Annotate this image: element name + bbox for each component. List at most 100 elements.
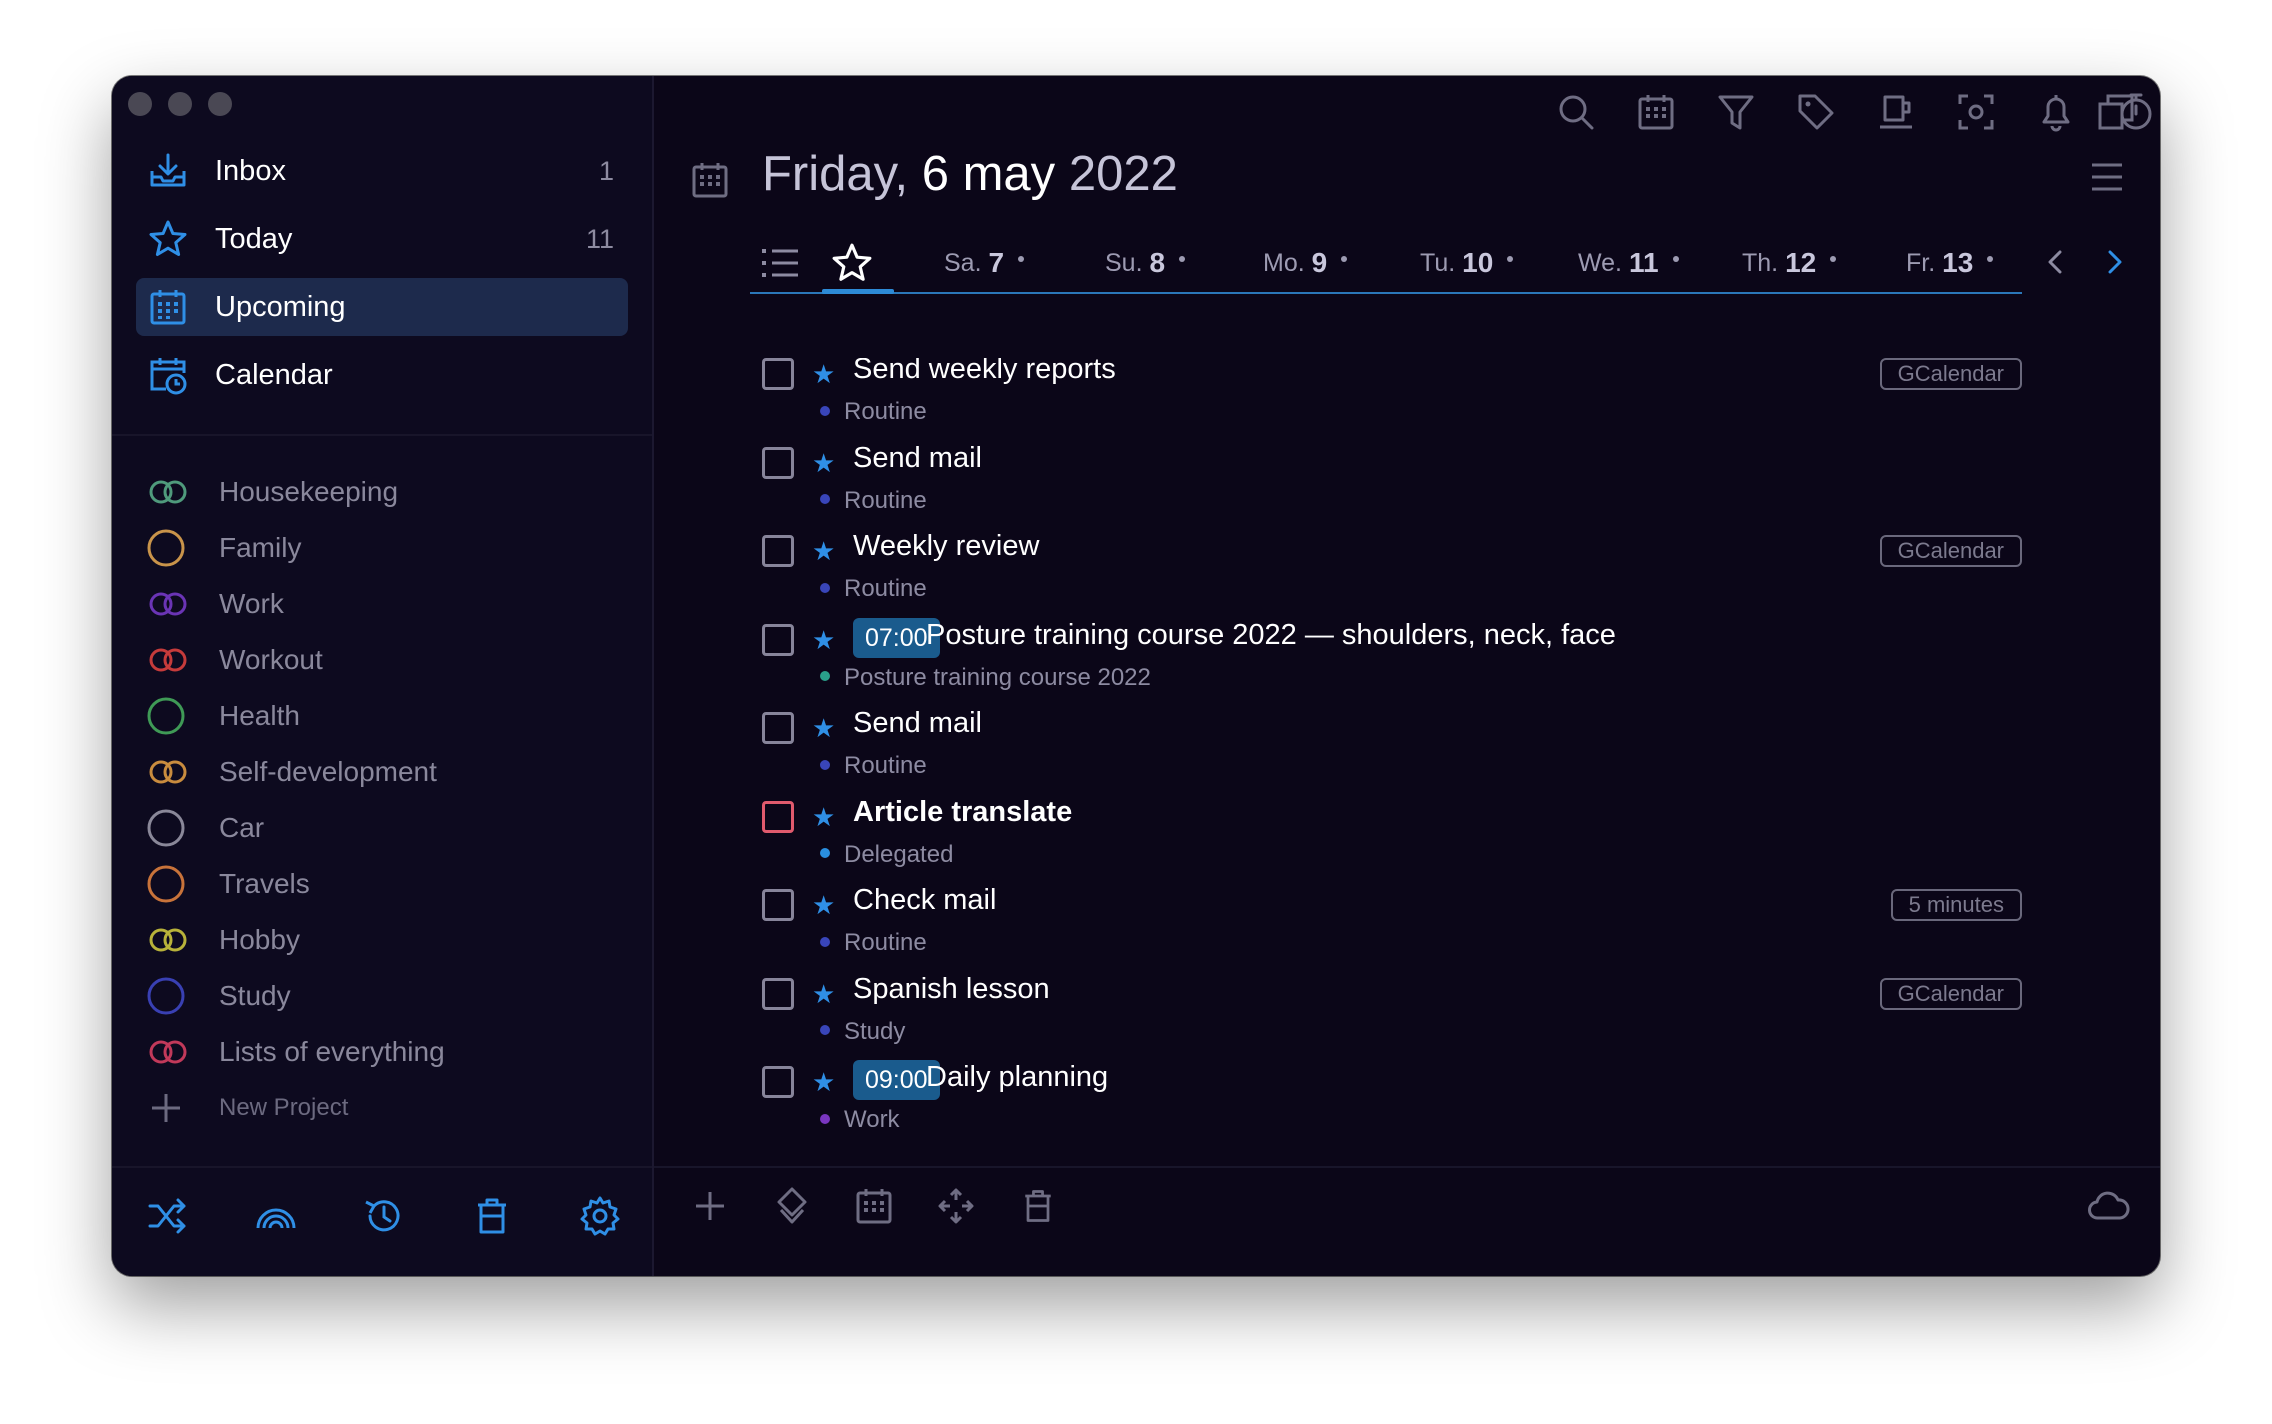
task-title[interactable]: Spanish lesson [853, 973, 1050, 1006]
notifications-button[interactable] [2036, 92, 2076, 137]
sidebar-item-inbox[interactable]: Inbox 1 [136, 142, 628, 200]
project-item-work[interactable]: Work [146, 576, 626, 632]
task-title[interactable]: Posture training course 2022 — shoulders… [926, 619, 1616, 652]
star-icon[interactable]: ★ [812, 891, 835, 919]
tab-day-tu-10[interactable]: Tu. 10 [1420, 234, 1514, 292]
task-row[interactable]: ★ Send mail Routine [762, 707, 2022, 800]
sidebar-toolbar [112, 1166, 652, 1236]
task-title[interactable]: Daily planning [926, 1061, 1108, 1094]
copy-icon [2098, 94, 2134, 130]
star-icon[interactable]: ★ [812, 980, 835, 1008]
task-row[interactable]: ★ Send mail Routine [762, 442, 2022, 535]
sidebar-item-upcoming[interactable]: Upcoming [136, 278, 628, 336]
sync-button[interactable] [2086, 1186, 2130, 1231]
tab-dow: Sa. [944, 248, 982, 277]
star-icon[interactable]: ★ [812, 537, 835, 565]
calendar-view-button[interactable] [1636, 92, 1676, 137]
star-icon[interactable]: ★ [812, 449, 835, 477]
task-checkbox[interactable] [762, 446, 794, 479]
settings-button[interactable] [578, 1194, 622, 1243]
tab-today-star[interactable] [830, 234, 874, 292]
project-item-hobby[interactable]: Hobby [146, 912, 626, 968]
task-row[interactable]: ★ Send weekly reports Routine GCalendar [762, 358, 2022, 446]
tab-day-sa-7[interactable]: Sa. 7 [944, 234, 1025, 292]
task-row[interactable]: ★ Article translate Delegated [762, 796, 2022, 889]
shuffle-button[interactable] [146, 1194, 190, 1243]
delete-button[interactable] [1018, 1186, 1058, 1231]
tab-day-su-8[interactable]: Su. 8 [1105, 234, 1186, 292]
sidebar-item-today[interactable]: Today 11 [136, 210, 628, 268]
task-checkbox[interactable] [762, 889, 794, 921]
search-button[interactable] [1556, 92, 1596, 137]
tab-day-th-12[interactable]: Th. 12 [1742, 234, 1837, 292]
project-rings-icon [149, 592, 187, 616]
signal-button[interactable] [254, 1194, 298, 1243]
star-icon[interactable]: ★ [812, 1068, 835, 1096]
task-row[interactable]: ★ Spanish lesson Study GCalendar [762, 973, 2022, 1066]
project-item-workout[interactable]: Workout [146, 632, 626, 688]
task-checkbox[interactable] [762, 358, 794, 390]
task-project: Posture training course 2022 [820, 664, 1151, 692]
tab-day-we-11[interactable]: We. 11 [1578, 234, 1679, 292]
next-week-chevron-icon[interactable] [2102, 248, 2126, 276]
new-project-button[interactable]: New Project [146, 1080, 626, 1136]
task-title[interactable]: Send mail [853, 442, 982, 475]
history-button[interactable] [362, 1194, 406, 1243]
task-row[interactable]: ★ 09:00 Daily planning Work [762, 1060, 2022, 1154]
task-title[interactable]: Send weekly reports [853, 358, 1116, 386]
task-title[interactable]: Weekly review [853, 530, 1039, 563]
sidebar-item-calendar[interactable]: Calendar [136, 346, 628, 404]
trash-button[interactable] [470, 1194, 514, 1243]
star-icon[interactable]: ★ [812, 626, 835, 654]
close-window-button[interactable] [128, 92, 152, 116]
add-task-button[interactable] [690, 1186, 730, 1231]
project-dot [820, 582, 830, 593]
project-item-family[interactable]: Family [146, 520, 626, 576]
task-checkbox[interactable] [762, 800, 794, 833]
project-item-travels[interactable]: Travels [146, 856, 626, 912]
schedule-button[interactable] [854, 1186, 894, 1231]
calendar-icon [1638, 95, 1674, 130]
star-icon[interactable]: ★ [812, 803, 835, 831]
filter-button[interactable] [1716, 92, 1756, 137]
project-item-health[interactable]: Health [146, 688, 626, 744]
priority-button[interactable] [772, 1186, 812, 1231]
task-title[interactable]: Send mail [853, 707, 982, 740]
project-item-car[interactable]: Car [146, 800, 626, 856]
tab-dow: Mo. [1263, 248, 1305, 277]
star-icon[interactable]: ★ [812, 360, 835, 388]
tab-day-fr-13[interactable]: Fr. 13 [1906, 234, 1994, 292]
project-item-lists-of-everything[interactable]: Lists of everything [146, 1024, 626, 1080]
tab-list-view[interactable] [760, 234, 800, 292]
project-circle-icon [147, 977, 185, 1015]
task-checkbox[interactable] [762, 712, 794, 744]
task-title[interactable]: Check mail [853, 884, 996, 917]
task-checkbox[interactable] [762, 623, 794, 656]
project-item-self-development[interactable]: Self-development [146, 744, 626, 800]
project-rings-icon [149, 760, 187, 784]
coffee-break-button[interactable] [1876, 92, 1916, 137]
tab-day-mo-9[interactable]: Mo. 9 [1263, 234, 1348, 292]
task-checkbox[interactable] [762, 535, 794, 567]
prev-week-chevron-icon[interactable] [2044, 248, 2068, 276]
task-project: Routine [820, 398, 927, 426]
maximize-window-button[interactable] [208, 92, 232, 116]
task-checkbox[interactable] [762, 977, 794, 1010]
task-row[interactable]: ★ 07:00 Posture training course 2022 — sho… [762, 617, 2022, 712]
project-item-housekeeping[interactable]: Housekeeping [146, 464, 626, 520]
task-checkbox[interactable] [762, 1066, 794, 1098]
project-item-study[interactable]: Study [146, 968, 626, 1024]
sidebar-nav: Inbox 1 Today 11 Upcoming Calendar [136, 142, 628, 414]
project-rings-icon [149, 928, 187, 952]
hamburger-menu-icon[interactable] [2090, 162, 2124, 192]
move-button[interactable] [936, 1186, 976, 1231]
task-title[interactable]: Article translate [853, 796, 1072, 829]
task-row[interactable]: ★ Weekly review Routine GCalendar [762, 530, 2022, 623]
coffee-cup-icon [1880, 95, 1912, 129]
tab-daynum: 13 [1942, 247, 1974, 278]
tags-button[interactable] [1796, 92, 1836, 137]
task-row[interactable]: ★ Check mail Routine 5 minutes [762, 884, 2022, 977]
star-icon[interactable]: ★ [812, 714, 835, 742]
focus-button[interactable] [1956, 92, 1996, 137]
minimize-window-button[interactable] [168, 92, 192, 116]
